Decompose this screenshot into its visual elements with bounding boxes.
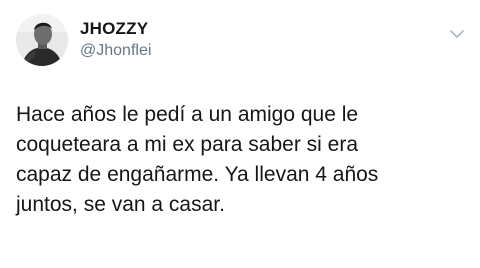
avatar-image — [16, 14, 68, 66]
tweet-text: Hace años le pedí a un amigo que le coqu… — [16, 103, 379, 216]
avatar[interactable] — [16, 14, 68, 66]
chevron-down-icon[interactable] — [450, 26, 464, 38]
user-names: JHOZZY @Jhonflei — [80, 19, 151, 61]
tweet-header: JHOZZY @Jhonflei — [16, 14, 151, 66]
display-name[interactable]: JHOZZY — [80, 19, 151, 39]
user-handle[interactable]: @Jhonflei — [80, 41, 151, 61]
tweet-card: JHOZZY @Jhonflei Hace años le pedí a un … — [0, 0, 480, 268]
